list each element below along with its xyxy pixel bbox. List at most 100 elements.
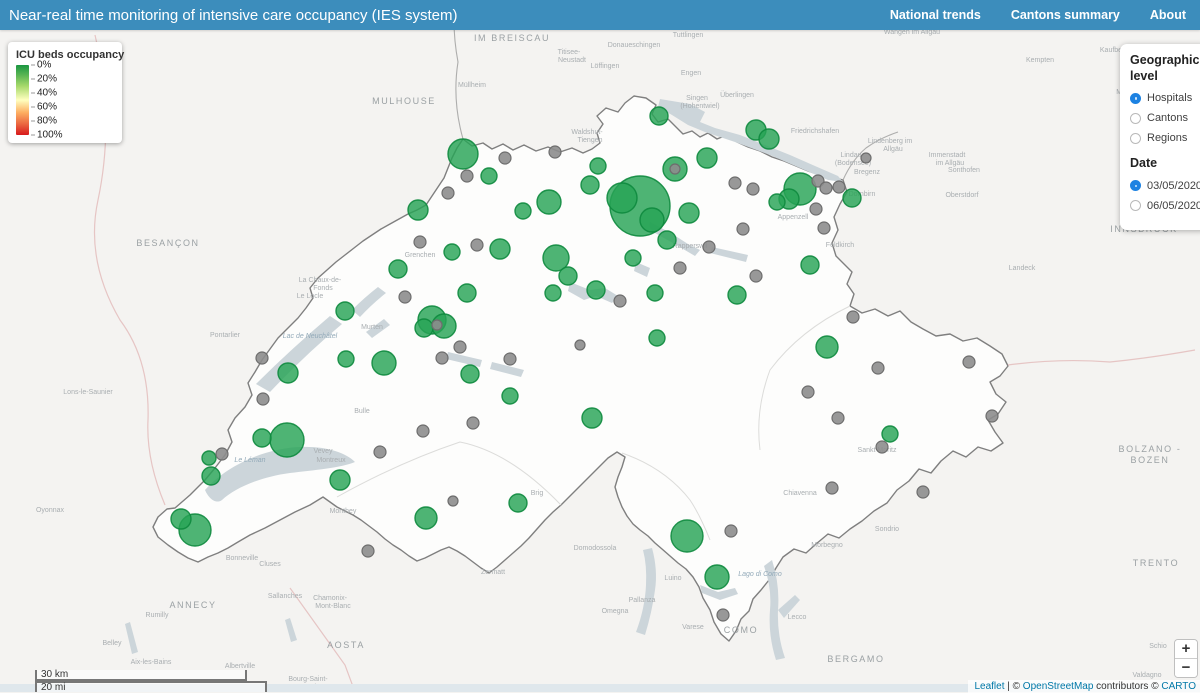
radio-hospitals[interactable]: Hospitals [1130, 92, 1200, 104]
hospital-marker[interactable] [270, 423, 304, 457]
hospital-marker[interactable] [414, 236, 426, 248]
zoom-out-button[interactable]: − [1175, 659, 1197, 677]
hospital-marker[interactable] [502, 388, 518, 404]
hospital-marker[interactable] [801, 256, 819, 274]
hospital-marker[interactable] [415, 507, 437, 529]
hospital-marker[interactable] [802, 386, 814, 398]
hospital-marker[interactable] [399, 291, 411, 303]
osm-link[interactable]: OpenStreetMap [1023, 681, 1094, 692]
hospital-marker[interactable] [436, 352, 448, 364]
zoom-in-button[interactable]: + [1175, 640, 1197, 659]
hospital-marker[interactable] [504, 353, 516, 365]
hospital-marker[interactable] [826, 482, 838, 494]
hospital-marker[interactable] [705, 565, 729, 589]
hospital-marker[interactable] [202, 451, 216, 465]
hospital-marker[interactable] [647, 285, 663, 301]
radio-date-1[interactable]: 03/05/2020 [1130, 180, 1200, 192]
hospital-marker[interactable] [590, 158, 606, 174]
hospital-marker[interactable] [216, 448, 228, 460]
hospital-marker[interactable] [581, 176, 599, 194]
hospital-marker[interactable] [640, 208, 664, 232]
hospital-marker[interactable] [490, 239, 510, 259]
hospital-marker[interactable] [461, 170, 473, 182]
radio-date-2[interactable]: 06/05/2020 [1130, 200, 1200, 212]
hospital-marker[interactable] [444, 244, 460, 260]
hospital-marker[interactable] [614, 295, 626, 307]
hospital-marker[interactable] [499, 152, 511, 164]
hospital-marker[interactable] [882, 426, 898, 442]
hospital-marker[interactable] [559, 267, 577, 285]
hospital-marker[interactable] [432, 320, 442, 330]
hospital-marker[interactable] [750, 270, 762, 282]
hospital-marker[interactable] [372, 351, 396, 375]
radio-regions[interactable]: Regions [1130, 132, 1200, 144]
hospital-marker[interactable] [674, 262, 686, 274]
hospital-marker[interactable] [843, 189, 861, 207]
hospital-marker[interactable] [917, 486, 929, 498]
hospital-marker[interactable] [816, 336, 838, 358]
hospital-marker[interactable] [515, 203, 531, 219]
hospital-marker[interactable] [747, 183, 759, 195]
hospital-marker[interactable] [769, 194, 785, 210]
hospital-marker[interactable] [408, 200, 428, 220]
hospital-marker[interactable] [256, 352, 268, 364]
leaflet-link[interactable]: Leaflet [974, 681, 1004, 692]
hospital-marker[interactable] [582, 408, 602, 428]
hospital-marker[interactable] [649, 330, 665, 346]
hospital-marker[interactable] [257, 393, 269, 405]
hospital-marker[interactable] [872, 362, 884, 374]
hospital-marker[interactable] [625, 250, 641, 266]
radio-icon[interactable] [1130, 113, 1141, 124]
radio-cantons[interactable]: Cantons [1130, 112, 1200, 124]
hospital-marker[interactable] [607, 183, 637, 213]
nav-about[interactable]: About [1150, 8, 1186, 22]
hospital-marker[interactable] [670, 164, 680, 174]
hospital-marker[interactable] [717, 609, 729, 621]
hospital-marker[interactable] [679, 203, 699, 223]
hospital-marker[interactable] [336, 302, 354, 320]
hospital-marker[interactable] [461, 365, 479, 383]
hospital-marker[interactable] [549, 146, 561, 158]
hospital-marker[interactable] [448, 496, 458, 506]
hospital-marker[interactable] [650, 107, 668, 125]
hospital-marker[interactable] [587, 281, 605, 299]
hospital-marker[interactable] [725, 525, 737, 537]
hospital-marker[interactable] [415, 319, 433, 337]
radio-icon[interactable] [1130, 180, 1141, 191]
hospital-marker[interactable] [728, 286, 746, 304]
hospital-marker[interactable] [876, 441, 888, 453]
hospital-marker[interactable] [362, 545, 374, 557]
hospital-marker[interactable] [417, 425, 429, 437]
hospital-marker[interactable] [458, 284, 476, 302]
hospital-marker[interactable] [374, 446, 386, 458]
nav-national-trends[interactable]: National trends [890, 8, 981, 22]
hospital-marker[interactable] [986, 410, 998, 422]
hospital-marker[interactable] [729, 177, 741, 189]
hospital-marker[interactable] [330, 470, 350, 490]
hospital-marker[interactable] [202, 467, 220, 485]
hospital-marker[interactable] [545, 285, 561, 301]
hospital-marker[interactable] [671, 520, 703, 552]
hospital-marker[interactable] [820, 182, 832, 194]
hospital-marker[interactable] [658, 231, 676, 249]
hospital-marker[interactable] [509, 494, 527, 512]
hospital-marker[interactable] [832, 412, 844, 424]
radio-icon[interactable] [1130, 200, 1141, 211]
hospital-marker[interactable] [537, 190, 561, 214]
hospital-marker[interactable] [389, 260, 407, 278]
hospital-marker[interactable] [575, 340, 585, 350]
nav-cantons-summary[interactable]: Cantons summary [1011, 8, 1120, 22]
hospital-marker[interactable] [833, 181, 845, 193]
hospital-marker[interactable] [471, 239, 483, 251]
hospital-marker[interactable] [861, 153, 871, 163]
hospital-marker[interactable] [737, 223, 749, 235]
carto-link[interactable]: CARTO [1161, 681, 1196, 692]
hospital-marker[interactable] [467, 417, 479, 429]
hospital-marker[interactable] [481, 168, 497, 184]
hospital-marker[interactable] [338, 351, 354, 367]
hospital-marker[interactable] [448, 139, 478, 169]
hospital-marker[interactable] [703, 241, 715, 253]
hospital-marker[interactable] [278, 363, 298, 383]
hospital-marker[interactable] [963, 356, 975, 368]
map-canvas[interactable]: IM BREISCAUMULHOUSEBESANÇONINNSBRUCKBOLZ… [0, 0, 1200, 692]
